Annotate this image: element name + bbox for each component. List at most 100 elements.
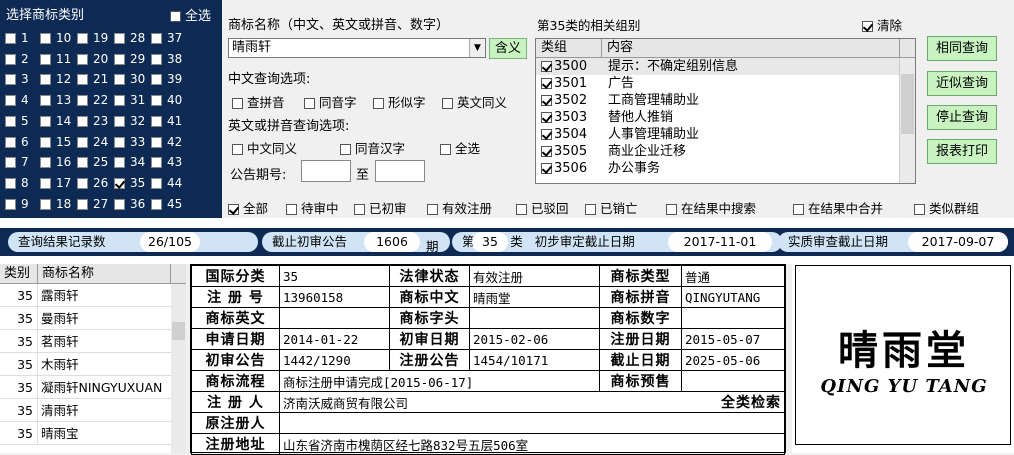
category-checkbox-38[interactable]: 38 (151, 51, 182, 67)
en_options-checkbox-2[interactable]: 全选 (440, 138, 480, 157)
category-checkbox-20[interactable]: 20 (77, 51, 108, 67)
category-checkbox-36[interactable]: 36 (114, 196, 145, 212)
table-row[interactable]: 35 木雨轩 (0, 353, 186, 376)
group-list[interactable]: 类组 内容 3500 提示：不确定组别信息 3501 广告 3502 工商管理辅助业 350… (535, 38, 916, 184)
cn_options-checkbox-0[interactable]: 查拼音 (232, 92, 285, 111)
scroll-thumb[interactable] (901, 74, 914, 134)
filter-checkbox-3[interactable]: 有效注册 (427, 198, 492, 217)
table-row[interactable]: 35 露雨轩 (0, 284, 186, 307)
checkbox-icon[interactable] (541, 61, 552, 72)
category-checkbox-31[interactable]: 31 (114, 92, 145, 108)
category-checkbox-8[interactable]: 8 (5, 175, 29, 191)
filter-checkbox-0[interactable]: 全部 (228, 198, 268, 217)
same-query-button[interactable]: 相同查询 (927, 36, 997, 61)
category-checkbox-33[interactable]: 33 (114, 134, 145, 150)
filter-checkbox-2[interactable]: 已初审 (354, 198, 407, 217)
checkbox-icon[interactable] (541, 112, 552, 123)
name-input[interactable]: 晴雨轩 ▼ (228, 38, 486, 58)
category-checkbox-9[interactable]: 9 (5, 196, 29, 212)
category-checkbox-26[interactable]: 26 (77, 175, 108, 191)
result-list[interactable]: 类别 商标名称 35 露雨轩 35 曼雨轩 35 茗雨轩 35 木雨轩 35 凝雨轩NINGYUX… (0, 264, 186, 453)
chevron-down-icon[interactable]: ▼ (469, 39, 485, 57)
table-row[interactable]: 35 晴雨宝 (0, 422, 186, 445)
similar-query-button[interactable]: 近似查询 (927, 71, 997, 96)
filter-checkbox-8[interactable]: 类似群组 (914, 198, 979, 217)
category-checkbox-7[interactable]: 7 (5, 154, 29, 170)
category-checkbox-19[interactable]: 19 (77, 30, 108, 46)
list-item[interactable]: 3506 办公事务 (536, 160, 915, 177)
scroll-thumb[interactable] (172, 322, 185, 340)
list-item[interactable]: 3501 广告 (536, 75, 915, 92)
category-checkbox-44[interactable]: 44 (151, 175, 182, 191)
list-item[interactable]: 3500 提示：不确定组别信息 (536, 58, 915, 75)
category-checkbox-41[interactable]: 41 (151, 113, 182, 129)
category-checkbox-10[interactable]: 10 (40, 30, 71, 46)
cn_options-checkbox-1[interactable]: 同音字 (304, 92, 357, 111)
issue-from-input[interactable] (301, 160, 351, 182)
category-checkbox-12[interactable]: 12 (40, 71, 71, 87)
cn_options-checkbox-3[interactable]: 英文同义 (442, 92, 507, 111)
category-checkbox-2[interactable]: 2 (5, 51, 29, 67)
table-row[interactable]: 35 茗雨轩 (0, 330, 186, 353)
category-checkbox-43[interactable]: 43 (151, 154, 182, 170)
filter-checkbox-5[interactable]: 已销亡 (585, 198, 638, 217)
filter-checkbox-1[interactable]: 待审中 (286, 198, 339, 217)
en_options-checkbox-0[interactable]: 中文同义 (232, 138, 297, 157)
table-row[interactable]: 35 凝雨轩NINGYUXUAN (0, 376, 186, 399)
filter-checkbox-4[interactable]: 已驳回 (516, 198, 569, 217)
category-checkbox-3[interactable]: 3 (5, 71, 29, 87)
category-checkbox-37[interactable]: 37 (151, 30, 182, 46)
select-all-categories-checkbox[interactable]: 全选 (170, 5, 211, 24)
list-item[interactable]: 3505 商业企业迁移 (536, 143, 915, 160)
category-checkbox-32[interactable]: 32 (114, 113, 145, 129)
category-checkbox-17[interactable]: 17 (40, 175, 71, 191)
category-checkbox-39[interactable]: 39 (151, 71, 182, 87)
print-report-button[interactable]: 报表打印 (927, 139, 997, 164)
category-checkbox-11[interactable]: 11 (40, 51, 71, 67)
clear-checkbox[interactable]: 清除 (862, 15, 902, 34)
checkbox-icon[interactable] (541, 146, 552, 157)
en_options-checkbox-1[interactable]: 同音汉字 (340, 138, 405, 157)
filter-checkbox-6[interactable]: 在结果中搜索 (666, 198, 756, 217)
checkbox-icon[interactable] (541, 129, 552, 140)
list-item[interactable]: 3503 替他人推销 (536, 109, 915, 126)
search-all-classes-button[interactable]: 全类检索 (681, 391, 785, 413)
category-checkbox-23[interactable]: 23 (77, 113, 108, 129)
result-list-scrollbar[interactable] (171, 284, 186, 453)
category-checkbox-27[interactable]: 27 (77, 196, 108, 212)
list-item[interactable]: 3504 人事管理辅助业 (536, 126, 915, 143)
table-row[interactable]: 35 曼雨轩 (0, 307, 186, 330)
category-checkbox-28[interactable]: 28 (114, 30, 145, 46)
category-checkbox-6[interactable]: 6 (5, 134, 29, 150)
category-checkbox-29[interactable]: 29 (114, 51, 145, 67)
cn_options-checkbox-2[interactable]: 形似字 (373, 92, 426, 111)
category-checkbox-5[interactable]: 5 (5, 113, 29, 129)
table-row[interactable]: 35 清雨轩 (0, 399, 186, 422)
group-list-scrollbar[interactable] (899, 58, 915, 183)
list-item[interactable]: 3502 工商管理辅助业 (536, 92, 915, 109)
category-checkbox-1[interactable]: 1 (5, 30, 29, 46)
category-checkbox-35[interactable]: 35 (114, 175, 145, 191)
category-checkbox-15[interactable]: 15 (40, 134, 71, 150)
meaning-button[interactable]: 含义 (489, 38, 527, 59)
category-checkbox-25[interactable]: 25 (77, 154, 108, 170)
category-checkbox-30[interactable]: 30 (114, 71, 145, 87)
checkbox-icon[interactable] (541, 95, 552, 106)
category-checkbox-14[interactable]: 14 (40, 113, 71, 129)
category-checkbox-4[interactable]: 4 (5, 92, 29, 108)
category-checkbox-40[interactable]: 40 (151, 92, 182, 108)
issue-to-input[interactable] (375, 160, 425, 182)
category-checkbox-22[interactable]: 22 (77, 92, 108, 108)
category-checkbox-13[interactable]: 13 (40, 92, 71, 108)
category-checkbox-16[interactable]: 16 (40, 154, 71, 170)
category-checkbox-21[interactable]: 21 (77, 71, 108, 87)
category-checkbox-18[interactable]: 18 (40, 196, 71, 212)
checkbox-icon[interactable] (541, 78, 552, 89)
stop-query-button[interactable]: 停止查询 (927, 105, 997, 130)
category-checkbox-42[interactable]: 42 (151, 134, 182, 150)
category-checkbox-34[interactable]: 34 (114, 154, 145, 170)
category-checkbox-24[interactable]: 24 (77, 134, 108, 150)
checkbox-icon[interactable] (541, 163, 552, 174)
category-checkbox-45[interactable]: 45 (151, 196, 182, 212)
filter-checkbox-7[interactable]: 在结果中合并 (793, 198, 883, 217)
